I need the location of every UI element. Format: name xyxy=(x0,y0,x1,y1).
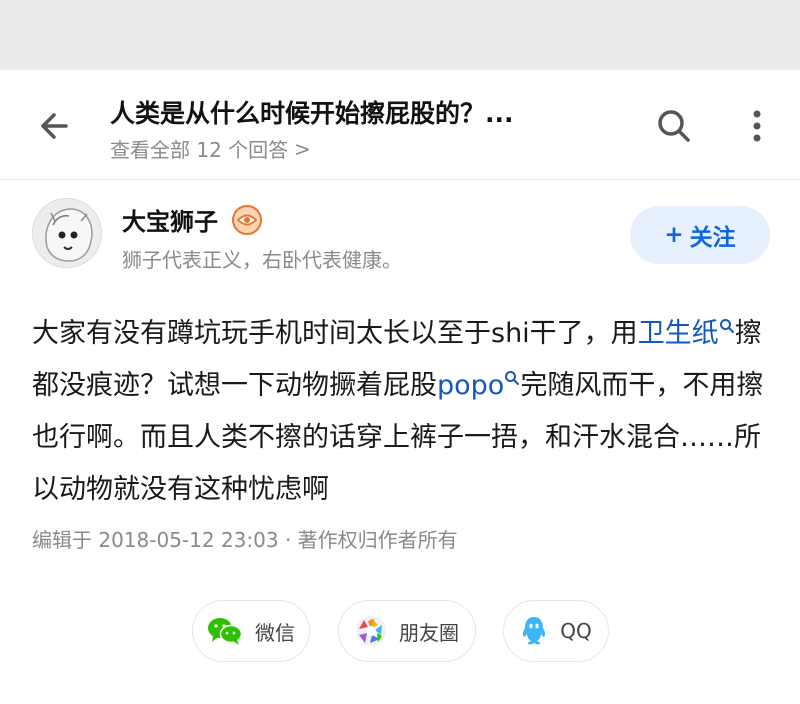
wechat-icon xyxy=(208,618,243,645)
share-qq-button[interactable]: QQ xyxy=(503,600,609,662)
back-arrow-icon xyxy=(41,113,68,139)
more-vertical-icon xyxy=(753,110,761,142)
moments-icon xyxy=(356,616,386,646)
search-button[interactable] xyxy=(648,100,700,152)
share-moments-button[interactable]: 朋友圈 xyxy=(338,600,476,662)
author-bio: 狮子代表正义，右卧代表健康。 xyxy=(122,248,402,272)
answer-meta: 编辑于 2018-05-12 23:03 · 著作权归作者所有 xyxy=(32,524,458,553)
keyword-label-toilet-paper: 卫生纸 xyxy=(637,318,719,349)
top-bar: 人类是从什么时候开始擦屁股的？... 查看全部 12 个回答 > xyxy=(0,70,800,180)
share-moments-label: 朋友圈 xyxy=(399,620,459,645)
author-name: 大宝狮子 xyxy=(122,208,218,236)
answer-text-1: 大家有没有蹲坑玩手机时间太长以至于shi干了，用 xyxy=(32,318,638,349)
author-card: 大宝狮子 狮子代表正义，右卧代表健康。 + 关注 xyxy=(0,180,800,290)
keyword-link-toilet-paper[interactable]: 卫生纸 xyxy=(638,318,735,349)
chevron-right-icon: > xyxy=(294,136,311,161)
question-title[interactable]: 人类是从什么时候开始擦屁股的？... xyxy=(110,94,610,130)
keyword-link-popo[interactable]: popo xyxy=(437,370,520,401)
search-icon xyxy=(658,110,690,142)
follow-label: 关注 xyxy=(689,225,736,251)
back-button[interactable] xyxy=(28,100,80,152)
author-name-row[interactable]: 大宝狮子 xyxy=(122,202,262,237)
share-wechat-label: 微信 xyxy=(255,620,295,645)
keyword-label-popo: popo xyxy=(437,370,505,401)
avatar-image xyxy=(33,199,101,267)
avatar[interactable] xyxy=(32,198,102,268)
meta-separator: · xyxy=(284,528,292,552)
status-bar xyxy=(0,0,800,70)
eye-badge-icon xyxy=(232,204,262,235)
plus-icon: + xyxy=(664,222,684,248)
follow-button[interactable]: + 关注 xyxy=(630,206,770,264)
view-all-answers-link[interactable]: 查看全部 12 个回答 > xyxy=(110,134,311,163)
search-icon xyxy=(719,319,734,333)
share-qq-label: QQ xyxy=(560,619,592,643)
copyright-notice: 著作权归作者所有 xyxy=(297,528,458,552)
edited-time: 编辑于 2018-05-12 23:03 xyxy=(32,528,279,552)
share-wechat-button[interactable]: 微信 xyxy=(192,600,310,662)
search-icon xyxy=(505,371,520,385)
more-button[interactable] xyxy=(732,100,782,152)
view-all-answers-label: 查看全部 12 个回答 xyxy=(110,138,289,162)
qq-icon xyxy=(523,617,546,645)
answer-content: 大家有没有蹲坑玩手机时间太长以至于shi干了，用卫生纸 擦都没痕迹？试想一下动物撅… xyxy=(32,308,772,516)
